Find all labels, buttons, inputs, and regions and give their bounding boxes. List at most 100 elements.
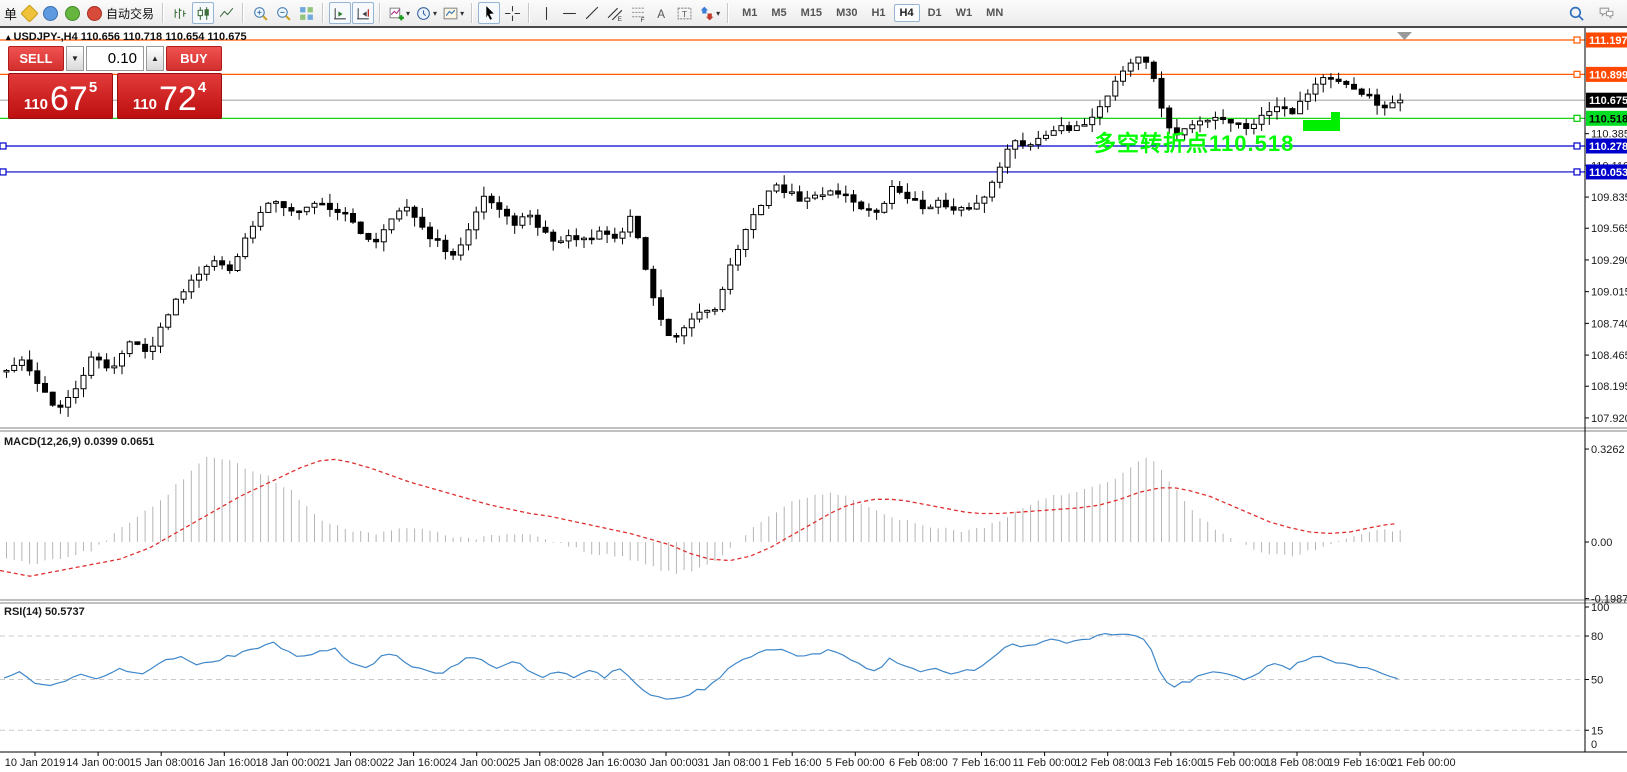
draw-vline-button[interactable] (535, 2, 557, 24)
chat-button[interactable] (1595, 2, 1617, 24)
toolbar-right (1565, 2, 1623, 24)
svg-text:6 Feb 08:00: 6 Feb 08:00 (889, 757, 948, 769)
svg-text:1 Feb 16:00: 1 Feb 16:00 (763, 757, 822, 769)
templates-icon (442, 5, 459, 22)
svg-text:0: 0 (1591, 739, 1597, 751)
svg-text:30 Jan 00:00: 30 Jan 00:00 (634, 757, 698, 769)
objects-button[interactable] (20, 2, 39, 24)
volume-increase-button[interactable]: ▲ (146, 46, 164, 71)
draw-arrows-button[interactable]: ▾ (696, 2, 722, 24)
svg-text:109.835: 109.835 (1591, 192, 1627, 204)
objects-icon (20, 3, 39, 23)
crosshair-button[interactable] (501, 2, 523, 24)
svg-text:24 Jan 00:00: 24 Jan 00:00 (445, 757, 509, 769)
svg-text:80: 80 (1591, 631, 1603, 643)
signals-button[interactable] (62, 2, 83, 24)
tab-H4[interactable]: H4 (893, 4, 920, 22)
svg-text:19 Feb 16:00: 19 Feb 16:00 (1328, 757, 1393, 769)
svg-text:7 Feb 16:00: 7 Feb 16:00 (952, 757, 1011, 769)
sell-price-prefix: 110 (23, 96, 49, 113)
bar-chart-button[interactable] (169, 2, 191, 24)
search-icon (1568, 5, 1585, 22)
svg-text:F: F (640, 17, 644, 22)
buy-price-prefix: 110 (132, 96, 158, 113)
caret-down-icon: ▾ (460, 8, 465, 18)
tab-M5[interactable]: M5 (765, 4, 792, 22)
tab-MN[interactable]: MN (980, 4, 1009, 22)
svg-text:108.740: 108.740 (1591, 318, 1627, 330)
search-button[interactable] (1565, 2, 1587, 24)
tab-D1[interactable]: D1 (922, 4, 948, 22)
candlestick-chart-button[interactable] (192, 2, 215, 24)
periods-icon (415, 5, 432, 22)
chart-canvas[interactable]: 0.32620.00-0.19871008050150110.385110.11… (0, 28, 1627, 772)
svg-text:21 Jan 08:00: 21 Jan 08:00 (319, 757, 383, 769)
zoom-in-button[interactable] (249, 2, 271, 24)
svg-text:100: 100 (1591, 602, 1609, 614)
indicators-icon (388, 5, 405, 22)
draw-channel-icon: E (607, 5, 624, 22)
toolbar-separator (471, 3, 474, 23)
cursor-button[interactable] (478, 2, 501, 24)
svg-text:18 Feb 08:00: 18 Feb 08:00 (1265, 757, 1330, 769)
caret-down-icon: ▾ (433, 8, 438, 18)
svg-text:28 Jan 16:00: 28 Jan 16:00 (571, 757, 635, 769)
svg-text:110.899: 110.899 (1589, 69, 1627, 81)
sell-price-big: 67 (50, 80, 88, 119)
svg-text:50: 50 (1591, 675, 1603, 687)
tab-W1[interactable]: W1 (950, 4, 979, 22)
chart-shift-button[interactable] (352, 2, 375, 24)
draw-text-button[interactable]: A (650, 2, 672, 24)
draw-channel-button[interactable]: E (604, 2, 626, 24)
tab-H1[interactable]: H1 (865, 4, 891, 22)
collapse-icon[interactable]: ▴ (6, 32, 11, 42)
svg-text:110.518: 110.518 (1589, 113, 1627, 125)
candlestick-chart-icon (195, 5, 212, 22)
tab-M1[interactable]: M1 (736, 4, 763, 22)
svg-text:107.920: 107.920 (1591, 413, 1627, 425)
line-chart-button[interactable] (215, 2, 237, 24)
buy-price-tile[interactable]: 110 72 4 (117, 73, 222, 119)
svg-text:108.195: 108.195 (1591, 381, 1627, 393)
svg-text:14 Jan 00:00: 14 Jan 00:00 (66, 757, 130, 769)
symbol-ohlc-text: USDJPY-,H4 110.656 110.718 110.654 110.6… (13, 31, 247, 43)
draw-fibonacci-button[interactable]: F (627, 2, 649, 24)
auto-trading-button[interactable]: 自动交易 (84, 2, 157, 24)
sell-button[interactable]: SELL (8, 46, 64, 71)
svg-text:0.00: 0.00 (1591, 537, 1612, 549)
draw-hline-button[interactable] (558, 2, 580, 24)
volume-input[interactable]: 0.10 (86, 46, 144, 71)
draw-trendline-icon (584, 5, 601, 22)
tab-M30[interactable]: M30 (830, 4, 863, 22)
volume-decrease-button[interactable]: ▼ (66, 46, 84, 71)
toolbar-separator (162, 3, 165, 23)
zoom-out-button[interactable] (272, 2, 294, 24)
crosshair-icon (504, 5, 521, 22)
chart-title: ▴ USDJPY-,H4 110.656 110.718 110.654 110.… (6, 31, 247, 43)
toolbar-separator (727, 3, 730, 23)
tab-M15[interactable]: M15 (795, 4, 828, 22)
templates-button[interactable]: ▾ (440, 2, 466, 24)
draw-trendline-button[interactable] (581, 2, 603, 24)
auto-scroll-button[interactable] (329, 2, 352, 24)
new-order-button[interactable]: 单 (4, 4, 17, 23)
sell-price-tile[interactable]: 110 67 5 (8, 73, 113, 119)
signals-icon (65, 5, 81, 21)
draw-label-button[interactable]: T (673, 2, 695, 24)
svg-text:109.290: 109.290 (1591, 255, 1627, 267)
periods-button[interactable]: ▾ (413, 2, 439, 24)
svg-text:A: A (657, 7, 665, 20)
caret-down-icon: ▾ (406, 8, 411, 18)
buy-button[interactable]: BUY (166, 46, 222, 71)
svg-text:10 Jan 2019: 10 Jan 2019 (5, 757, 66, 769)
svg-text:13 Feb 16:00: 13 Feb 16:00 (1138, 757, 1203, 769)
tile-windows-button[interactable] (295, 2, 317, 24)
indicators-button[interactable]: ▾ (386, 2, 412, 24)
svg-text:22 Jan 16:00: 22 Jan 16:00 (382, 757, 446, 769)
draw-vline-icon (538, 5, 555, 22)
svg-text:25 Jan 08:00: 25 Jan 08:00 (508, 757, 572, 769)
profiles-button[interactable] (40, 2, 61, 24)
line-chart-icon (218, 5, 235, 22)
svg-text:110.675: 110.675 (1589, 95, 1627, 107)
svg-text:16 Jan 16:00: 16 Jan 16:00 (192, 757, 256, 769)
